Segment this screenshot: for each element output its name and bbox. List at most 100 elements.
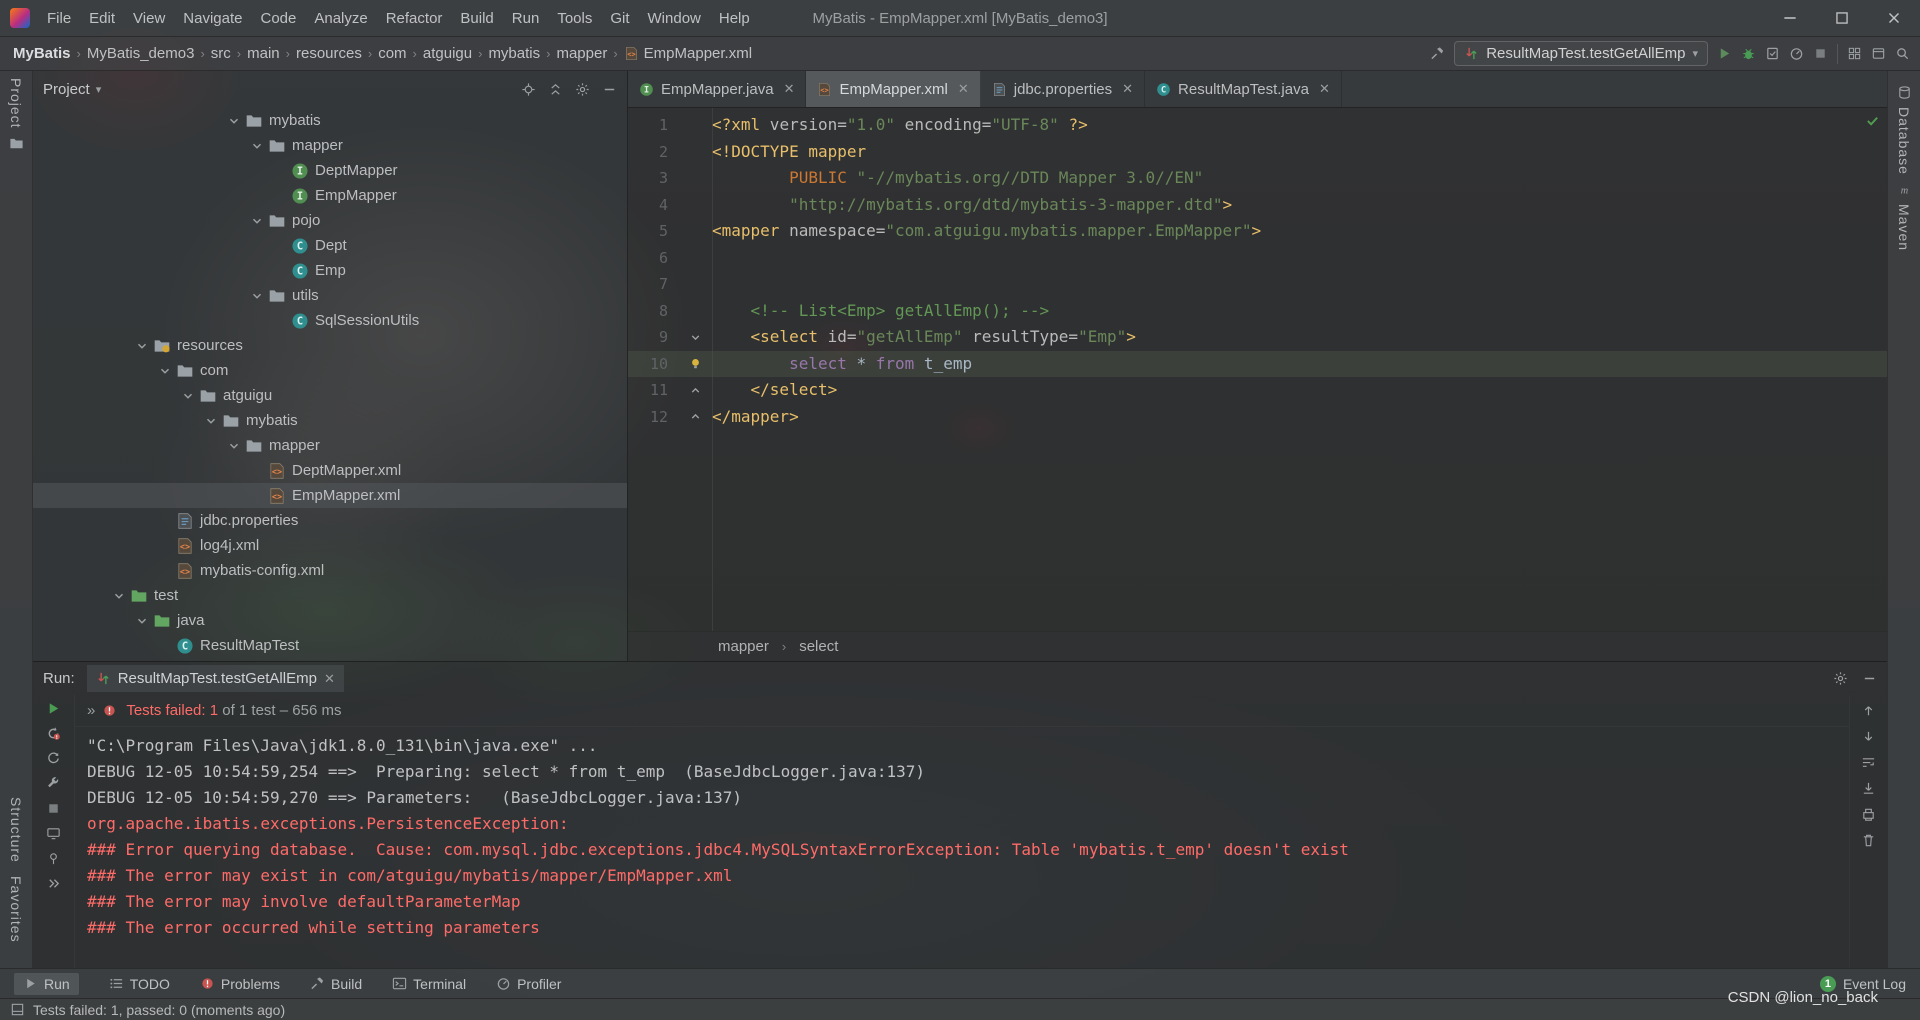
- toolbar-tab-terminal[interactable]: Terminal: [392, 976, 466, 992]
- wrench-icon[interactable]: [46, 776, 61, 791]
- pin-icon[interactable]: [46, 851, 61, 866]
- tool-button-project[interactable]: Project: [8, 71, 24, 136]
- code-line-2[interactable]: 2<!DOCTYPE mapper: [628, 139, 1887, 166]
- run-icon[interactable]: [1717, 46, 1732, 61]
- hammer-icon[interactable]: [1430, 46, 1445, 61]
- print-icon[interactable]: [1861, 807, 1876, 822]
- editor-tab-resultmaptest-java[interactable]: CResultMapTest.java✕: [1145, 71, 1342, 107]
- toolwindow-toggle-icon[interactable]: [10, 1002, 25, 1017]
- debug-icon[interactable]: [1741, 46, 1756, 61]
- tree-item-emp[interactable]: CEmp: [33, 258, 627, 283]
- maximize-button[interactable]: [1816, 0, 1868, 36]
- breadcrumb-file[interactable]: <>EmpMapper.xml: [621, 44, 755, 63]
- code-line-6[interactable]: 6: [628, 245, 1887, 272]
- code-line-10[interactable]: 10 select * from t_emp: [628, 351, 1887, 378]
- stop-icon[interactable]: [1813, 46, 1828, 61]
- editor-breadcrumb-item[interactable]: select: [799, 638, 838, 655]
- tree-item-dept[interactable]: CDept: [33, 233, 627, 258]
- run-tab[interactable]: ResultMapTest.testGetAllEmp ✕: [87, 665, 344, 692]
- toolbar-tab-problems[interactable]: Problems: [200, 976, 280, 992]
- breadcrumb-item[interactable]: mybatis: [485, 44, 543, 63]
- grid-icon[interactable]: [1847, 46, 1862, 61]
- chevron-down-icon[interactable]: [131, 339, 153, 353]
- chevron-down-icon[interactable]: [177, 389, 199, 403]
- database-icon[interactable]: [1897, 85, 1912, 100]
- tree-item-mybatis[interactable]: mybatis: [33, 408, 627, 433]
- fold-down-icon[interactable]: [678, 324, 712, 351]
- gear-icon[interactable]: [575, 82, 590, 97]
- breadcrumb-item[interactable]: atguigu: [420, 44, 475, 63]
- menu-analyze[interactable]: Analyze: [305, 6, 376, 31]
- tool-button-favorites[interactable]: Favorites: [8, 869, 24, 950]
- rerun-failed-icon[interactable]: [46, 726, 61, 741]
- run-configuration-select[interactable]: ResultMapTest.testGetAllEmp▾: [1454, 41, 1708, 66]
- chevron-down-icon[interactable]: [131, 614, 153, 628]
- tree-item-sqlsessionutils[interactable]: CSqlSessionUtils: [33, 308, 627, 333]
- tree-item-jdbc-properties[interactable]: jdbc.properties: [33, 508, 627, 533]
- intention-bulb-icon[interactable]: [678, 351, 712, 378]
- tool-button-maven[interactable]: Maven: [1896, 197, 1912, 258]
- coverage-icon[interactable]: [1765, 46, 1780, 61]
- locate-icon[interactable]: [521, 82, 536, 97]
- breadcrumb-item[interactable]: resources: [293, 44, 365, 63]
- menu-help[interactable]: Help: [710, 6, 759, 31]
- monitor-icon[interactable]: [46, 826, 61, 841]
- tool-button-database[interactable]: Database: [1896, 100, 1912, 182]
- close-icon[interactable]: ✕: [324, 671, 335, 687]
- close-icon[interactable]: ✕: [958, 81, 969, 97]
- breadcrumb-item[interactable]: MyBatis: [10, 44, 74, 63]
- hide-icon[interactable]: [1862, 671, 1877, 686]
- maven-icon[interactable]: m: [1897, 182, 1912, 197]
- code-line-3[interactable]: 3 PUBLIC "-//mybatis.org//DTD Mapper 3.0…: [628, 165, 1887, 192]
- tree-item-mybatis[interactable]: mybatis: [33, 108, 627, 133]
- run-console[interactable]: "C:\Program Files\Java\jdk1.8.0_131\bin\…: [75, 727, 1849, 968]
- close-icon[interactable]: ✕: [1319, 81, 1330, 97]
- breadcrumb-item[interactable]: src: [208, 44, 234, 63]
- menu-code[interactable]: Code: [251, 6, 305, 31]
- tree-item-deptmapper-xml[interactable]: <>DeptMapper.xml: [33, 458, 627, 483]
- collapse-icon[interactable]: [548, 82, 563, 97]
- tree-item-mapper[interactable]: mapper: [33, 133, 627, 158]
- project-panel-title[interactable]: Project: [43, 81, 90, 98]
- down-icon[interactable]: [1861, 729, 1876, 744]
- tree-item-mapper[interactable]: mapper: [33, 433, 627, 458]
- code-line-12[interactable]: 12</mapper>: [628, 404, 1887, 431]
- menu-refactor[interactable]: Refactor: [377, 6, 452, 31]
- close-button[interactable]: [1868, 0, 1920, 36]
- editor-tab-empmapper-xml[interactable]: <>EmpMapper.xml✕: [806, 71, 980, 107]
- gear-icon[interactable]: [1833, 671, 1848, 686]
- chevron-down-icon[interactable]: [246, 289, 268, 303]
- folder-icon[interactable]: [9, 136, 24, 151]
- chevron-down-icon[interactable]: [223, 439, 245, 453]
- menu-git[interactable]: Git: [601, 6, 638, 31]
- code-line-9[interactable]: 9 <select id="getAllEmp" resultType="Emp…: [628, 324, 1887, 351]
- chevron-down-icon[interactable]: [154, 364, 176, 378]
- hide-icon[interactable]: [602, 82, 617, 97]
- tree-item-pojo[interactable]: pojo: [33, 208, 627, 233]
- more-icon[interactable]: [46, 876, 61, 891]
- tree-item-deptmapper[interactable]: IDeptMapper: [33, 158, 627, 183]
- clear-icon[interactable]: [1861, 833, 1876, 848]
- code-line-7[interactable]: 7: [628, 271, 1887, 298]
- menu-view[interactable]: View: [124, 6, 174, 31]
- chevron-down-icon[interactable]: [246, 139, 268, 153]
- rerun-icon[interactable]: [46, 701, 61, 716]
- tree-item-mybatis-config-xml[interactable]: <>mybatis-config.xml: [33, 558, 627, 583]
- code-line-8[interactable]: 8 <!-- List<Emp> getAllEmp(); -->: [628, 298, 1887, 325]
- tool-button-structure[interactable]: Structure: [8, 790, 24, 870]
- search-icon[interactable]: [1895, 46, 1910, 61]
- toolbar-tab-todo[interactable]: TODO: [109, 976, 170, 992]
- chevron-down-icon[interactable]: [223, 114, 245, 128]
- toolbar-tab-profiler[interactable]: Profiler: [496, 976, 561, 992]
- close-icon[interactable]: ✕: [1122, 81, 1133, 97]
- menu-edit[interactable]: Edit: [80, 6, 124, 31]
- fold-up-icon[interactable]: [678, 377, 712, 404]
- tree-item-test[interactable]: test: [33, 583, 627, 608]
- toolbar-tab-build[interactable]: Build: [310, 976, 362, 992]
- tree-item-com[interactable]: com: [33, 358, 627, 383]
- editor-tab-jdbc-properties[interactable]: jdbc.properties✕: [981, 71, 1145, 107]
- inspections-ok-icon[interactable]: [1865, 113, 1880, 128]
- editor-tab-empmapper-java[interactable]: IEmpMapper.java✕: [628, 71, 806, 107]
- menu-tools[interactable]: Tools: [548, 6, 601, 31]
- minimize-button[interactable]: [1764, 0, 1816, 36]
